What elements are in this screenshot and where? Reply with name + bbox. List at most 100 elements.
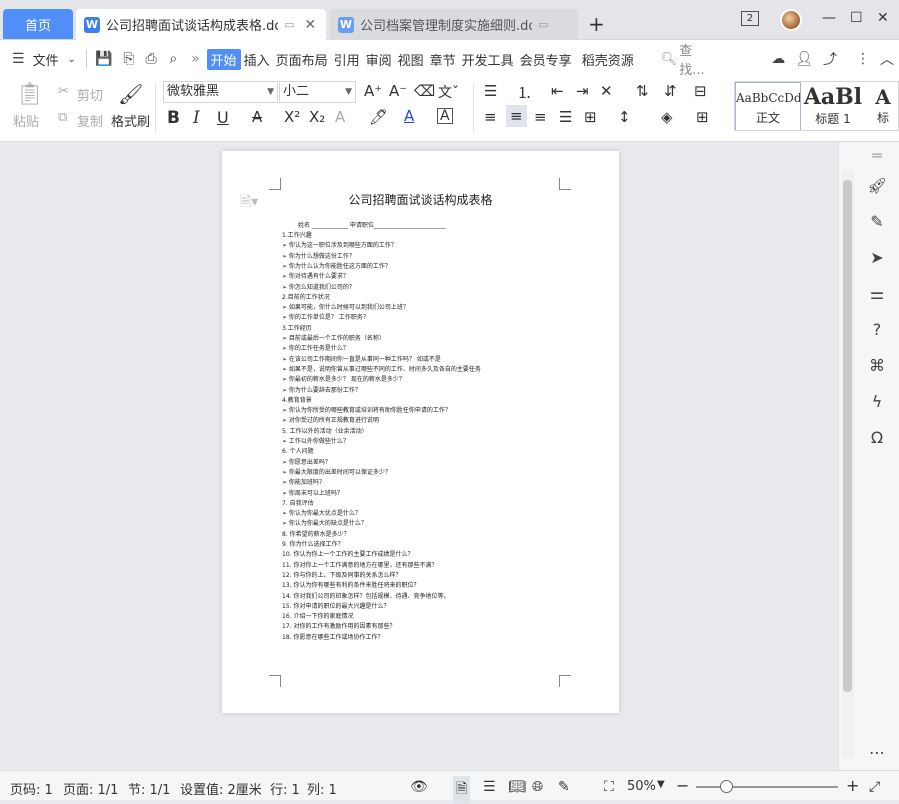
zoom-in-icon[interactable]: + — [846, 776, 859, 795]
file-menu[interactable]: 文件 — [30, 50, 62, 69]
format-painter-button[interactable]: 格式刷 — [111, 111, 150, 130]
help-icon[interactable]: ? — [866, 319, 888, 341]
menu-item-view[interactable]: 视图 — [395, 50, 427, 69]
write-view-icon[interactable]: ✎ — [558, 779, 570, 795]
align-center-icon[interactable]: ≡ — [506, 105, 527, 127]
borders-icon[interactable]: ⊞ — [696, 108, 709, 126]
style-heading-2[interactable]: A 标 — [866, 82, 898, 130]
format-painter-icon[interactable]: 🖌︎ — [118, 82, 143, 106]
distributed-icon[interactable]: ⊞ — [584, 108, 597, 126]
align-left-icon[interactable]: ≡ — [484, 108, 497, 126]
tab-active-document[interactable]: W 公司招聘面试谈话构成表格.doc ▭ ✕ — [76, 9, 326, 40]
status-col[interactable]: 列: 1 — [307, 779, 337, 798]
font-color-icon[interactable]: A — [404, 107, 414, 125]
copy-icon[interactable]: ⧉ — [58, 110, 67, 125]
increase-indent-icon[interactable]: ⇥ — [576, 82, 589, 100]
paste-button[interactable]: 粘贴 — [13, 111, 39, 130]
share-icon[interactable]: ⤴ — [823, 51, 837, 68]
grow-font-icon[interactable]: A⁺ — [364, 82, 382, 100]
cut-button[interactable]: 剪切 — [77, 85, 103, 104]
cloud-icon[interactable]: ☁ — [771, 51, 785, 67]
more-icon[interactable]: ⋮ — [856, 51, 870, 67]
menu-item-insert[interactable]: 插入 — [241, 50, 273, 69]
align-right-icon[interactable]: ≡ — [534, 108, 547, 126]
menu-item-review[interactable]: 审阅 — [363, 50, 395, 69]
highlight-icon[interactable]: 🖊︎ — [369, 108, 388, 126]
outline-view-icon[interactable]: ☰ — [483, 779, 496, 795]
print-icon[interactable]: ⎙ — [145, 51, 157, 67]
strikethrough-icon[interactable]: A — [252, 108, 262, 126]
font-size-select[interactable]: 小二 ▼ — [279, 81, 356, 103]
menu-item-developer[interactable]: 开发工具 — [459, 50, 517, 69]
justify-icon[interactable]: ☰ — [559, 108, 572, 126]
window-count-badge[interactable]: 2 — [741, 11, 759, 26]
menu-item-chapter[interactable]: 章节 — [427, 50, 459, 69]
show-marks-icon[interactable]: ⇵ — [664, 82, 677, 100]
share-user-icon[interactable]: 👤︎ — [795, 51, 813, 67]
monitor-icon[interactable]: ▭ — [284, 18, 294, 31]
status-setting[interactable]: 设置值: 2厘米 — [180, 779, 262, 798]
eye-protection-icon[interactable]: 👁︎ — [410, 779, 428, 795]
zoom-level[interactable]: 50% — [627, 779, 656, 794]
translate-icon[interactable]: ⌘ — [866, 355, 888, 377]
pen-icon[interactable]: ✎ — [866, 211, 888, 233]
lightning-icon[interactable]: ϟ — [866, 391, 888, 413]
restore-button[interactable]: ☐ — [850, 10, 863, 26]
line-spacing-icon[interactable]: ↕ — [618, 108, 631, 126]
print-preview-icon[interactable]: ⌕ — [167, 51, 179, 67]
menu-item-member[interactable]: 会员专享 — [517, 50, 575, 69]
character-border-icon[interactable]: A — [437, 108, 453, 124]
close-window-button[interactable]: ✕ — [877, 10, 889, 26]
bullet-list-icon[interactable]: ☰ — [484, 82, 497, 100]
numbered-list-icon[interactable]: ⒈ — [517, 82, 532, 103]
bold-icon[interactable]: B — [167, 108, 180, 128]
phonetic-guide-icon[interactable]: 文ˇ — [438, 82, 459, 102]
paste-icon[interactable]: 📋︎ — [16, 82, 44, 107]
status-row[interactable]: 行: 1 — [270, 779, 300, 798]
zoom-out-icon[interactable]: − — [676, 776, 689, 795]
chinese-layout-icon[interactable]: ✕ — [600, 82, 613, 100]
zoom-slider-thumb[interactable] — [720, 780, 733, 793]
sidebar-handle-icon[interactable]: ═ — [866, 145, 888, 167]
menu-item-page-layout[interactable]: 页面布局 — [273, 50, 331, 69]
save-icon[interactable]: 💾 — [95, 51, 112, 67]
new-tab-button[interactable]: + — [588, 12, 605, 36]
reading-view-icon[interactable]: 📖︎ — [508, 779, 526, 795]
style-normal[interactable]: AaBbCcDd 正文 — [735, 82, 801, 130]
home-tab[interactable]: 首页 — [3, 9, 73, 39]
user-avatar[interactable] — [780, 9, 802, 31]
underline-icon[interactable]: U — [217, 108, 229, 127]
more-chevron-icon[interactable]: » — [189, 51, 201, 67]
rocket-icon[interactable]: 🚀︎ — [866, 175, 888, 197]
sliders-icon[interactable]: ⚌ — [866, 283, 888, 305]
shading-icon[interactable]: ◈ — [661, 108, 673, 126]
subscript-icon[interactable]: X₂ — [309, 108, 325, 126]
ruler-icon[interactable]: ⊟ — [694, 82, 707, 100]
web-view-icon[interactable]: 🌐︎ — [532, 779, 543, 795]
chevron-down-icon[interactable]: ⌄ — [66, 51, 78, 67]
scrollbar-thumb[interactable] — [843, 180, 852, 692]
clear-format-icon[interactable]: ⌫ — [414, 82, 435, 100]
chevron-down-icon[interactable]: ▼ — [657, 779, 665, 790]
sort-icon[interactable]: ⇅ — [636, 82, 649, 100]
decrease-indent-icon[interactable]: ⇤ — [551, 82, 564, 100]
monitor-icon[interactable]: ▭ — [538, 18, 548, 31]
pointer-icon[interactable]: ➤ — [866, 247, 888, 269]
scissors-icon[interactable]: ✂ — [58, 84, 69, 99]
status-pages[interactable]: 页面: 1/1 — [63, 779, 118, 798]
search-field[interactable]: 查找... — [679, 40, 705, 78]
menu-item-references[interactable]: 引用 — [331, 50, 363, 69]
italic-icon[interactable]: I — [193, 108, 200, 128]
document-page[interactable]: 🗎︎▾ 公司招聘面试谈话构成表格 姓名 ____________ 申请职位___… — [222, 151, 619, 713]
menu-item-start[interactable]: 开始 — [206, 48, 241, 70]
zoom-slider-track[interactable] — [696, 786, 838, 788]
text-effect-icon[interactable]: A — [335, 108, 345, 126]
font-name-select[interactable]: 微软雅黑 ▼ — [163, 81, 278, 103]
superscript-icon[interactable]: X² — [284, 108, 300, 126]
shrink-font-icon[interactable]: A⁻ — [389, 82, 407, 100]
export-pdf-icon[interactable]: ⎘ — [123, 51, 135, 67]
menu-item-docer[interactable]: 稻壳资源 — [579, 50, 637, 69]
more-options-icon[interactable]: ⋯ — [866, 742, 888, 764]
omega-icon[interactable]: Ω — [866, 427, 888, 449]
status-page[interactable]: 页码: 1 — [10, 779, 53, 798]
